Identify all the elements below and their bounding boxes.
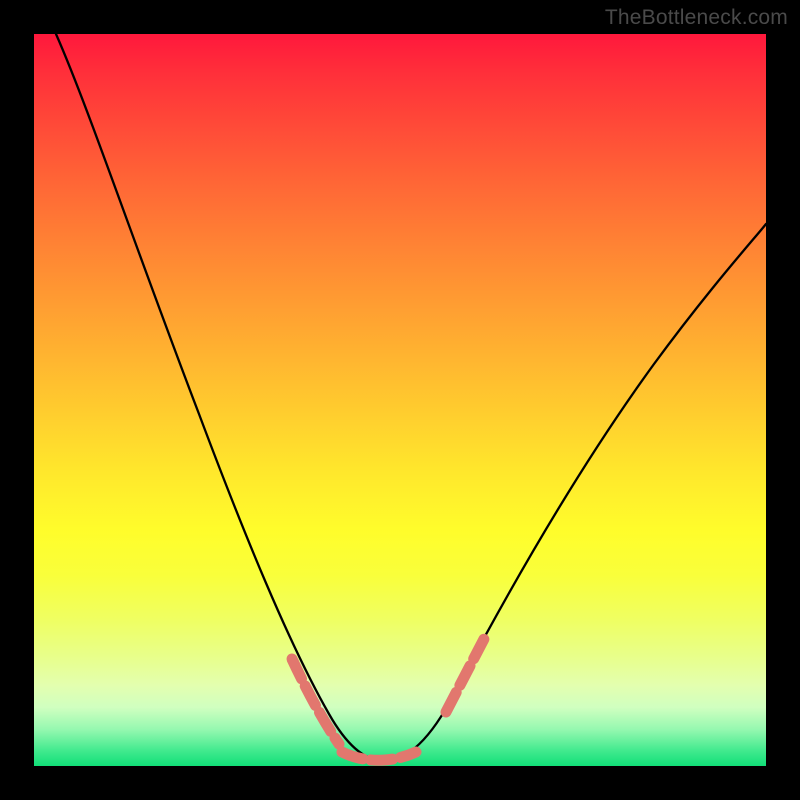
watermark-text: TheBottleneck.com [605, 6, 788, 30]
highlight-left [292, 659, 339, 744]
plot-area [34, 34, 766, 766]
highlight-right [446, 639, 484, 712]
bottleneck-curve [56, 34, 766, 761]
highlight-bottom [342, 752, 416, 760]
bottleneck-curve-svg [34, 34, 766, 766]
chart-stage: TheBottleneck.com [0, 0, 800, 800]
